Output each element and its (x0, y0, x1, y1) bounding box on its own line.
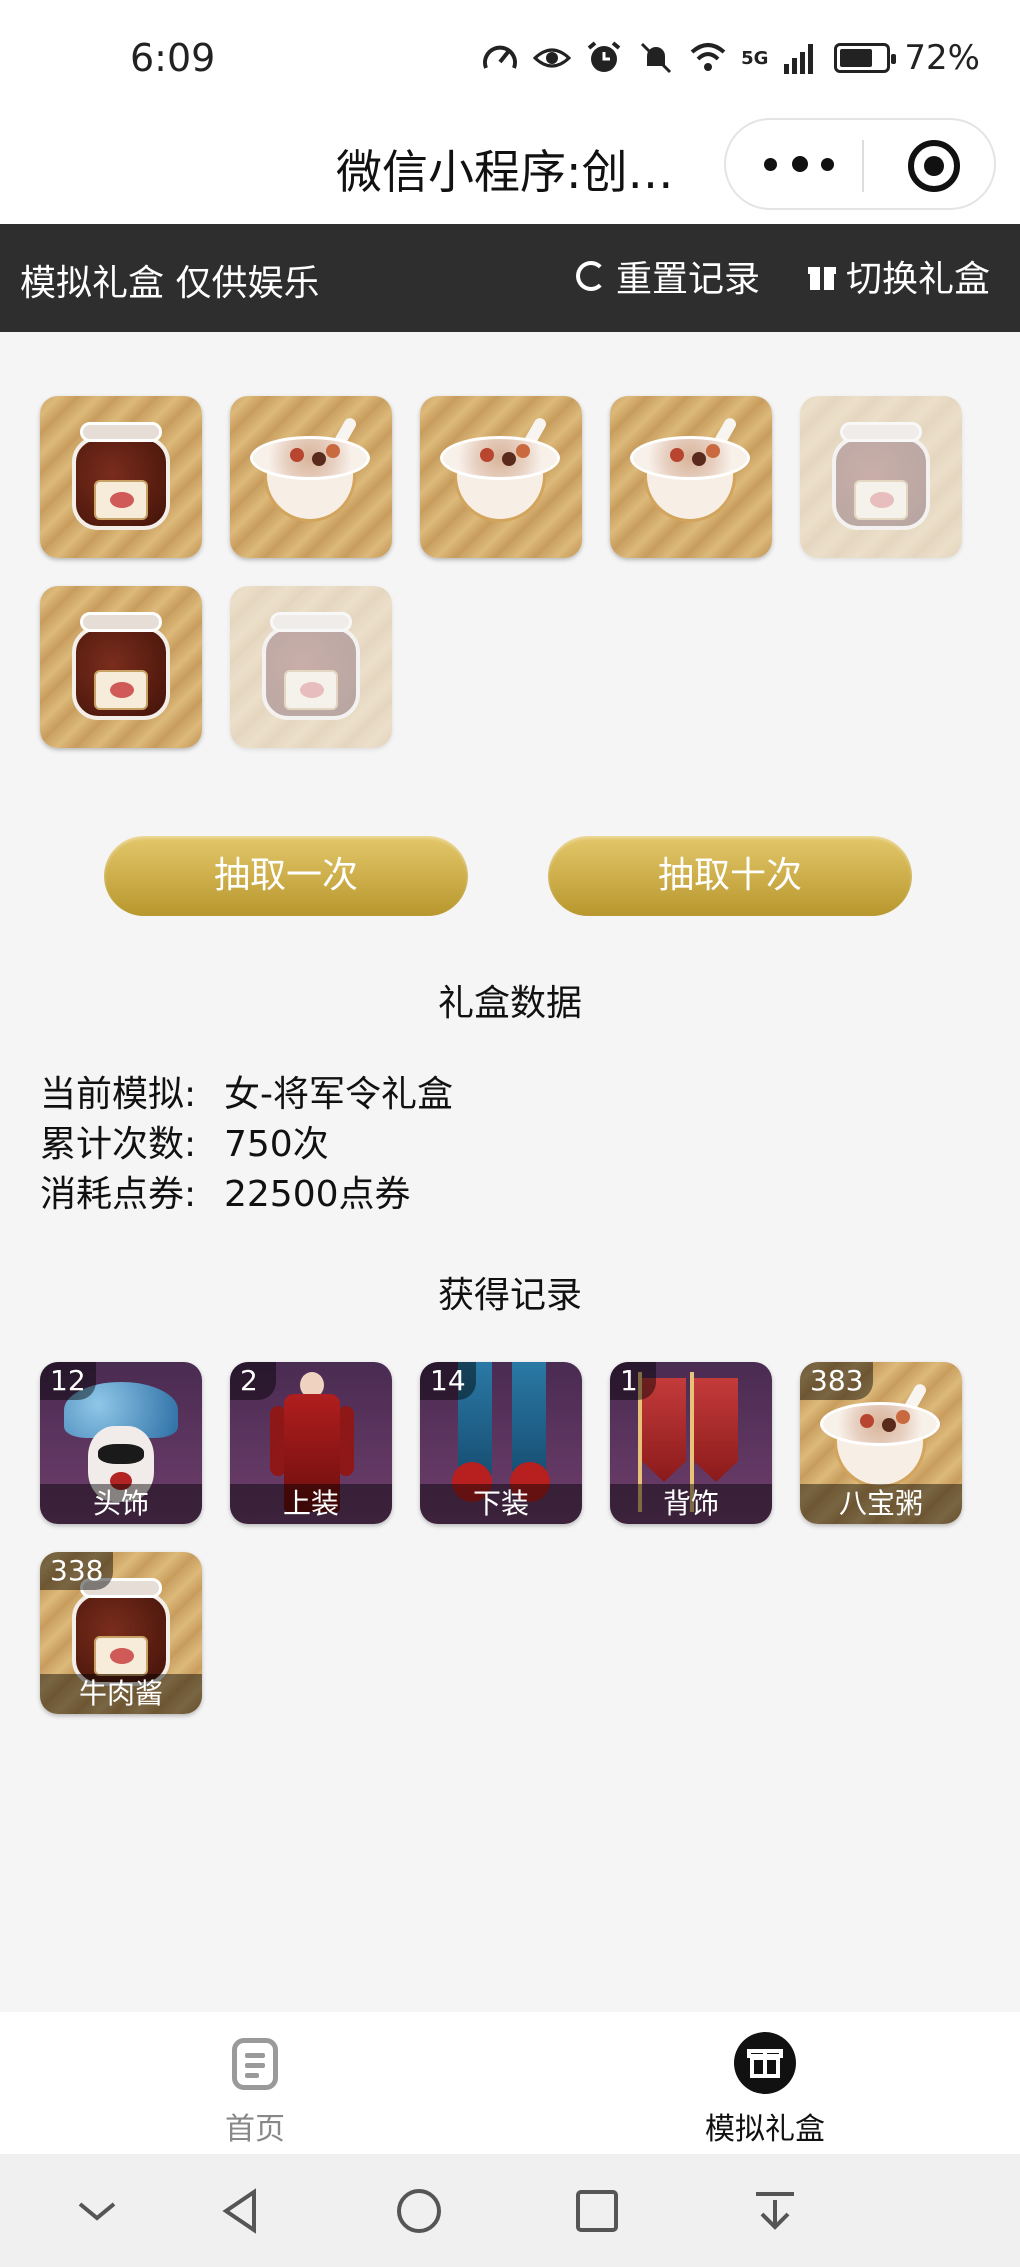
beef-sauce-jar-art (262, 612, 360, 724)
draw-ten-button[interactable]: 抽取十次 (548, 836, 912, 916)
record-count: 383 (800, 1362, 874, 1400)
wifi-icon (690, 43, 726, 71)
stat-row: 消耗点券: 22500点券 (40, 1170, 453, 1220)
switch-giftbox-button[interactable]: 切换礼盒 (808, 250, 990, 302)
drawn-item-jar (40, 396, 202, 558)
record-label: 下装 (420, 1484, 582, 1524)
record-label: 八宝粥 (800, 1484, 962, 1524)
beef-sauce-jar-art (832, 422, 930, 534)
stat-row: 当前模拟: 女-将军令礼盒 (40, 1070, 453, 1120)
drawn-item-jar (800, 396, 962, 558)
mute-icon (641, 42, 672, 74)
back-icon[interactable] (216, 2186, 266, 2236)
recents-square-icon[interactable] (572, 2186, 622, 2236)
battery-percent: 72% (904, 38, 980, 78)
tab-home-label: 首页 (225, 2112, 285, 2147)
stat-value: 女-将军令礼盒 (224, 1074, 453, 1115)
record-item-beef-sauce[interactable]: 338 牛肉酱 (40, 1552, 202, 1714)
speedometer-icon (483, 45, 518, 69)
refresh-icon (576, 261, 606, 291)
status-icons: 5G 72% (481, 38, 980, 78)
beef-sauce-jar-art (72, 612, 170, 724)
stat-key: 累计次数: (40, 1124, 197, 1165)
tab-giftbox-label: 模拟礼盒 (705, 2112, 825, 2147)
switch-giftbox-label: 切换礼盒 (846, 259, 991, 300)
chevron-down-icon[interactable] (72, 2186, 122, 2236)
toolbar: 模拟礼盒 仅供娱乐 重置记录 切换礼盒 (0, 224, 1020, 332)
record-item-bottom[interactable]: 14 下装 (420, 1362, 582, 1524)
drawn-item-bowl (610, 396, 772, 558)
record-count: 1 (610, 1362, 656, 1400)
drawn-item-bowl (420, 396, 582, 558)
battery-icon (834, 43, 897, 73)
page-title: 微信小程序:创… (336, 145, 674, 199)
draw-once-button[interactable]: 抽取一次 (104, 836, 468, 916)
reset-record-label: 重置记录 (616, 259, 761, 300)
reset-record-button[interactable]: 重置记录 (576, 250, 760, 302)
stat-value: 22500点券 (224, 1174, 411, 1215)
drawn-item-jar (40, 586, 202, 748)
gift-icon (734, 2032, 796, 2094)
beef-sauce-jar-art (72, 422, 170, 534)
porridge-bowl-art (440, 415, 560, 532)
stats-title: 礼盒数据 (437, 983, 582, 1024)
record-label: 背饰 (610, 1484, 772, 1524)
more-icon[interactable] (764, 152, 834, 178)
record-item-top[interactable]: 2 上装 (230, 1362, 392, 1524)
stat-key: 消耗点券: (40, 1174, 197, 1215)
record-item-babao-porridge[interactable]: 383 八宝粥 (800, 1362, 962, 1524)
alarm-icon (587, 41, 621, 72)
record-item-headwear[interactable]: 12 头饰 (40, 1362, 202, 1524)
bottom-tab-bar: 首页 模拟礼盒 (0, 2012, 1020, 2154)
records-title: 获得记录 (437, 1275, 582, 1316)
record-count: 338 (40, 1552, 114, 1590)
drawn-item-jar (230, 586, 392, 748)
eye-icon (533, 48, 572, 68)
porridge-bowl-art (250, 415, 370, 532)
gift-icon (808, 262, 836, 290)
toolbar-caption: 模拟礼盒 仅供娱乐 (20, 263, 320, 304)
record-count: 14 (420, 1362, 476, 1400)
close-miniprogram-icon[interactable] (908, 140, 960, 192)
network-label: 5G (741, 47, 769, 69)
record-count: 2 (230, 1362, 276, 1400)
status-time: 6:09 (130, 36, 216, 80)
capsule-menu (724, 118, 996, 210)
record-item-back[interactable]: 1 背饰 (610, 1362, 772, 1524)
record-count: 12 (40, 1362, 96, 1400)
capsule-divider (862, 140, 864, 192)
tab-simulate-giftbox[interactable]: 模拟礼盒 (510, 2012, 1020, 2154)
status-bar: 6:09 5G 72% (0, 0, 1020, 110)
record-label: 头饰 (40, 1484, 202, 1524)
stat-key: 当前模拟: (40, 1074, 197, 1115)
stats-block: 当前模拟: 女-将军令礼盒 累计次数: 750次 消耗点券: 22500点券 (40, 1070, 453, 1220)
stat-row: 累计次数: 750次 (40, 1120, 453, 1170)
tab-home[interactable]: 首页 (0, 2012, 510, 2154)
download-icon[interactable] (750, 2186, 800, 2236)
title-bar: 微信小程序:创… (0, 110, 1020, 224)
system-nav-bar (0, 2154, 1020, 2267)
drawn-item-bowl (230, 396, 392, 558)
document-icon (232, 2038, 278, 2090)
stat-value: 750次 (224, 1124, 329, 1165)
signal-icon (784, 44, 814, 74)
record-label: 上装 (230, 1484, 392, 1524)
record-label: 牛肉酱 (40, 1674, 202, 1714)
home-circle-icon[interactable] (394, 2186, 444, 2236)
porridge-bowl-art (630, 415, 750, 532)
